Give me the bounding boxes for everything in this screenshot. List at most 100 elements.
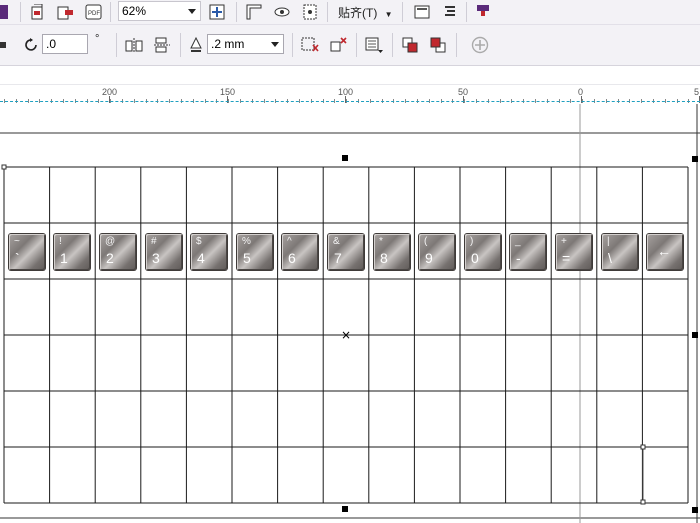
- property-bar: .0 ° .2 mm: [0, 25, 700, 66]
- guideline: [0, 101, 700, 102]
- selection-handle[interactable]: [342, 506, 348, 512]
- key-shift-label: *: [379, 236, 383, 247]
- separator: [292, 33, 293, 57]
- keyboard-key[interactable]: ^ 6: [282, 234, 318, 270]
- align-icon[interactable]: [440, 2, 460, 22]
- keyboard-key[interactable]: ! 1: [54, 234, 90, 270]
- separator: [392, 33, 393, 57]
- key-main-label: `: [15, 250, 20, 266]
- key-shift-label: !: [59, 236, 62, 247]
- ruler-label: 100: [338, 87, 354, 97]
- full-screen-icon[interactable]: [207, 2, 227, 22]
- key-main-label: 8: [380, 250, 388, 266]
- selection-handle[interactable]: [692, 156, 698, 162]
- rotate-icon: [22, 35, 42, 55]
- key-main-label: 0: [471, 250, 479, 266]
- key-main-label: 9: [425, 250, 433, 266]
- key-main-label: 7: [334, 250, 342, 266]
- to-back-icon[interactable]: [428, 35, 448, 55]
- keyboard-key[interactable]: ~ `: [9, 234, 45, 270]
- selection-handle[interactable]: [342, 155, 348, 161]
- key-shift-label: ^: [287, 236, 292, 247]
- grid-table[interactable]: ×: [0, 104, 700, 523]
- key-main-label: 6: [288, 250, 296, 266]
- mirror-vertical-icon[interactable]: [152, 35, 172, 55]
- ruler-label: 5: [694, 87, 700, 97]
- zoom-value: 62%: [122, 4, 147, 18]
- selection-handle[interactable]: [692, 507, 698, 513]
- pen-icon[interactable]: [0, 2, 10, 22]
- keyboard-key[interactable]: * 8: [374, 234, 410, 270]
- zoom-dropdown[interactable]: 62%: [118, 1, 201, 21]
- ruler-label: 200: [102, 87, 118, 97]
- key-main-label: ←: [657, 243, 671, 259]
- center-marker-icon[interactable]: ×: [341, 328, 351, 342]
- node-handle[interactable]: [640, 444, 646, 450]
- selection-handle[interactable]: [692, 332, 698, 338]
- snap-menu[interactable]: 贴齐(T) ▼: [338, 4, 393, 21]
- break-apart-icon[interactable]: [300, 35, 320, 55]
- ruler-label: 50: [458, 87, 469, 97]
- key-shift-label: #: [151, 236, 157, 247]
- key-shift-label: (: [424, 236, 428, 247]
- import-icon[interactable]: [28, 2, 48, 22]
- launch-icon[interactable]: [476, 2, 496, 22]
- key-shift-label: +: [561, 236, 567, 247]
- publish-pdf-icon[interactable]: PDF: [84, 2, 104, 22]
- key-main-label: 3: [152, 250, 160, 266]
- rulers-icon[interactable]: [244, 2, 264, 22]
- keyboard-key[interactable]: + =: [556, 234, 592, 270]
- key-shift-label: _: [515, 236, 521, 247]
- keyboard-key[interactable]: (9: [419, 234, 455, 270]
- separator: [180, 33, 181, 57]
- chevron-down-icon: ▼: [384, 10, 393, 19]
- node-handle[interactable]: [640, 499, 646, 505]
- separator: [110, 2, 111, 22]
- key-shift-label: @: [105, 236, 116, 247]
- rotation-unit: °: [95, 33, 100, 45]
- view-icon[interactable]: [272, 2, 292, 22]
- keyboard-key[interactable]: ←: [647, 234, 683, 270]
- separator: [20, 2, 21, 22]
- show-view-icon[interactable]: [300, 2, 320, 22]
- snap-menu-label: 贴齐(T): [338, 6, 378, 20]
- keyboard-key[interactable]: % 5: [237, 234, 273, 270]
- key-shift-label: %: [242, 236, 251, 247]
- keyboard-key[interactable]: #3: [146, 234, 182, 270]
- key-main-label: 4: [197, 250, 205, 266]
- options-icon[interactable]: [412, 2, 432, 22]
- node-handle[interactable]: [1, 164, 7, 170]
- keyboard-key[interactable]: ) 0: [465, 234, 501, 270]
- keyboard-key[interactable]: | \: [602, 234, 638, 270]
- export-icon[interactable]: [56, 2, 76, 22]
- add-preset-icon[interactable]: [470, 35, 490, 55]
- standard-toolbar: PDF 62% 贴齐(T) ▼: [0, 0, 700, 25]
- separator: [356, 33, 357, 57]
- outline-pen-icon: [186, 35, 206, 55]
- key-shift-label: &: [333, 236, 340, 247]
- wrap-text-icon[interactable]: [364, 35, 384, 55]
- rotation-angle-value: .0: [46, 37, 57, 51]
- key-shift-label: $: [196, 236, 202, 247]
- chevron-down-icon: [188, 9, 196, 14]
- keyboard-key[interactable]: $4: [191, 234, 227, 270]
- key-main-label: 1: [60, 250, 68, 266]
- combine-icon[interactable]: [328, 35, 348, 55]
- drawing-canvas[interactable]: × ~ `! 1 @2 #3 $4% 5 ^ 6 & 7 * 8(9) 0 _ - + = | \ ←: [0, 104, 700, 523]
- keyboard-key[interactable]: @2: [100, 234, 136, 270]
- key-shift-label: ): [470, 236, 474, 247]
- to-front-icon[interactable]: [400, 35, 420, 55]
- outline-width-dropdown[interactable]: .2 mm: [207, 34, 284, 54]
- object-size-icon: [0, 35, 8, 55]
- separator: [466, 2, 467, 22]
- keyboard-key[interactable]: _ -: [510, 234, 546, 270]
- separator: [456, 33, 457, 57]
- rotation-angle-input[interactable]: .0: [42, 34, 88, 54]
- keyboard-key[interactable]: & 7: [328, 234, 364, 270]
- key-main-label: -: [516, 250, 521, 266]
- key-shift-label: |: [607, 236, 610, 247]
- outline-width-value: .2 mm: [211, 37, 245, 51]
- mirror-horizontal-icon[interactable]: [124, 35, 144, 55]
- key-main-label: \: [608, 250, 612, 266]
- key-main-label: =: [562, 250, 571, 266]
